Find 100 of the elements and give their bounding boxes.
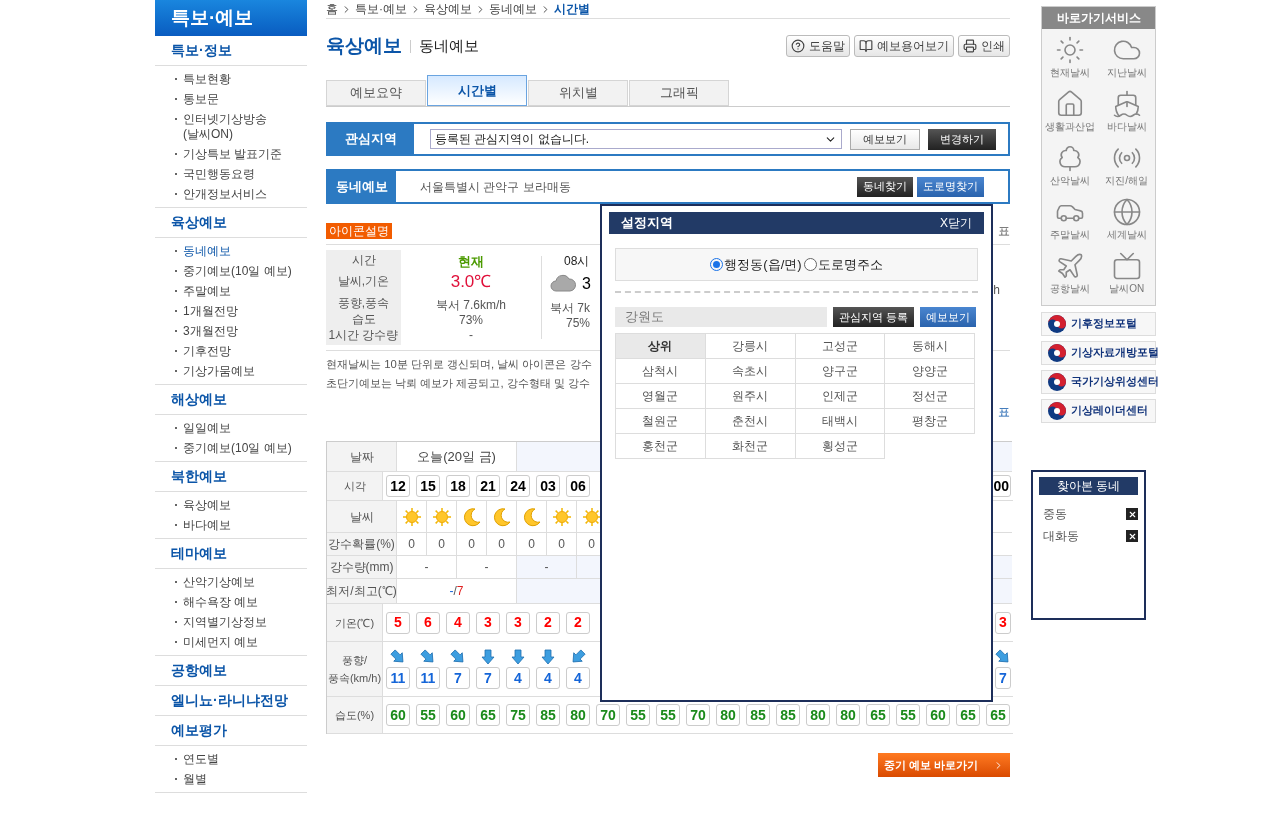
tab[interactable]: 위치별	[528, 80, 628, 106]
sidebar-item[interactable]: 바다예보	[183, 515, 231, 535]
quick-service-link[interactable]: 주말날씨	[1042, 197, 1099, 247]
tab[interactable]: 예보요약	[326, 80, 426, 106]
region-cell[interactable]: 양양군	[885, 359, 975, 384]
sidebar-item[interactable]: 3개월전망	[183, 321, 238, 341]
sidebar-section[interactable]: 특보·정보	[171, 40, 232, 61]
close-icon[interactable]	[1126, 530, 1138, 542]
sidebar-item[interactable]: 주말예보	[183, 281, 231, 301]
sidebar-item[interactable]: 미세먼지 예보	[183, 632, 259, 652]
address-text: 서울특별시 관악구 보라매동	[420, 178, 572, 196]
portal-link[interactable]: 국가기상위성센터	[1041, 370, 1156, 394]
region-cell[interactable]: 홍천군	[616, 434, 706, 459]
sidebar-item[interactable]: 인터넷기상방송 (날씨ON)	[183, 109, 267, 144]
region-cell[interactable]: 삼척시	[616, 359, 706, 384]
region-cell[interactable]: 평창군	[885, 409, 975, 434]
quick-service-link[interactable]: 지난날씨	[1098, 35, 1155, 85]
select-field[interactable]: 등록된 관심지역이 없습니다.	[430, 129, 842, 149]
quick-service-link[interactable]: 지진/해일	[1098, 143, 1155, 193]
region-cell[interactable]: 화천군	[705, 434, 796, 459]
tool-button[interactable]: 도움말	[786, 35, 850, 57]
region-cell[interactable]: 춘천시	[705, 409, 796, 434]
value-box: 65	[956, 704, 980, 726]
help-icon	[791, 39, 805, 53]
quick-service-link[interactable]: 공항날씨	[1042, 251, 1099, 301]
sidebar-section[interactable]: 육상예보	[171, 212, 227, 233]
sidebar-item[interactable]: 기상특보 발표기준	[183, 144, 283, 164]
sidebar-item[interactable]: 일일예보	[183, 418, 231, 438]
quick-service-link[interactable]: 현재날씨	[1042, 35, 1099, 85]
breadcrumb-link[interactable]: 동네예보	[489, 0, 537, 18]
quick-service-link[interactable]: 바다날씨	[1098, 89, 1155, 139]
quick-service-link[interactable]: 날씨ON	[1098, 251, 1155, 301]
sidebar-item[interactable]: 월별	[183, 769, 207, 789]
bar-button[interactable]: 예보보기	[850, 128, 920, 150]
bar-button[interactable]: 도로명찾기	[917, 176, 984, 197]
sidebar-item[interactable]: 국민행동요령	[183, 164, 255, 184]
announce-link[interactable]: 표	[998, 403, 1010, 421]
breadcrumb-link[interactable]: 홈	[326, 0, 338, 18]
sidebar-item[interactable]: 안개정보서비스	[183, 184, 267, 204]
region-cell[interactable]: 강릉시	[705, 334, 796, 359]
sidebar-item[interactable]: 중기예보(10일 예보)	[183, 261, 292, 281]
sidebar-item[interactable]: 기후전망	[183, 341, 231, 361]
bar-button[interactable]: 변경하기	[928, 128, 996, 150]
sidebar-item[interactable]: 해수욕장 예보	[183, 592, 259, 612]
radio-label[interactable]: 행정동(읍/면)	[724, 254, 802, 275]
quick-service-link[interactable]: 산악날씨	[1042, 143, 1099, 193]
popup-button[interactable]: 관심지역 등록	[833, 307, 915, 327]
breadcrumb-link[interactable]: 특보·예보	[355, 0, 407, 18]
sidebar-item[interactable]: 산악기상예보	[183, 572, 255, 592]
breadcrumb-link[interactable]: 시간별	[554, 0, 590, 18]
tool-button[interactable]: 예보용어보기	[854, 35, 954, 57]
tab[interactable]: 그래픽	[629, 80, 729, 106]
row-header: 날씨	[327, 501, 397, 533]
region-cell[interactable]: 고성군	[795, 334, 886, 359]
sidebar-section[interactable]: 테마예보	[171, 543, 227, 564]
region-cell[interactable]: 철원군	[616, 409, 706, 434]
region-cell[interactable]: 상위	[616, 334, 706, 359]
portal-link[interactable]: 기후정보포털	[1041, 312, 1156, 336]
sidebar-section[interactable]: 예보평가	[171, 720, 227, 741]
sidebar-item[interactable]: 중기예보(10일 예보)	[183, 438, 292, 458]
row-header: 강수확률(%)	[327, 533, 397, 556]
portal-link[interactable]: 기상레이더센터	[1041, 399, 1156, 423]
sidebar-item[interactable]: 연도별	[183, 749, 219, 769]
region-cell[interactable]: 인제군	[795, 384, 886, 409]
region-cell[interactable]: 영월군	[616, 384, 706, 409]
popup-button[interactable]: 예보보기	[920, 307, 977, 327]
sidebar-item[interactable]: 기상가뭄예보	[183, 361, 255, 381]
region-cell[interactable]: 횡성군	[795, 434, 886, 459]
sidebar-section[interactable]: 북한예보	[171, 466, 227, 487]
town-link[interactable]: 중동	[1043, 505, 1067, 523]
tab[interactable]: 시간별	[427, 75, 527, 106]
tool-button[interactable]: 인쇄	[958, 35, 1010, 57]
quick-service-link[interactable]: 생활과산업	[1042, 89, 1099, 139]
sidebar-item[interactable]: 1개월전망	[183, 301, 238, 321]
region-cell[interactable]: 정선군	[885, 384, 975, 409]
value-box: 55	[626, 704, 650, 726]
sidebar-section[interactable]: 공항예보	[171, 660, 227, 681]
sidebar-item[interactable]: 동네예보	[183, 241, 231, 261]
radio-button[interactable]	[803, 258, 817, 271]
value-box: 65	[986, 704, 1010, 726]
quick-service-link[interactable]: 세계날씨	[1098, 197, 1155, 247]
region-cell[interactable]: 양구군	[795, 359, 886, 384]
region-cell[interactable]: 태백시	[795, 409, 886, 434]
sidebar-item[interactable]: 지역별기상정보	[183, 612, 267, 632]
sidebar-section[interactable]: 해상예보	[171, 389, 227, 410]
town-link[interactable]: 대화동	[1043, 527, 1079, 545]
sidebar-item[interactable]: 특보현황	[183, 69, 231, 89]
portal-link[interactable]: 기상자료개방포털	[1041, 341, 1156, 365]
sidebar-section[interactable]: 엘니뇨·라니냐전망	[171, 690, 288, 711]
breadcrumb-link[interactable]: 육상예보	[424, 0, 472, 18]
close-icon[interactable]	[1126, 508, 1138, 520]
sidebar-item[interactable]: 육상예보	[183, 495, 231, 515]
bar-button[interactable]: 동네찾기	[857, 176, 913, 197]
radio-label[interactable]: 도로명주소	[817, 254, 883, 275]
sidebar-item[interactable]: 통보문	[183, 89, 219, 109]
region-cell[interactable]: 속초시	[705, 359, 796, 384]
close-button[interactable]: X닫기	[940, 214, 972, 232]
region-cell[interactable]: 원주시	[705, 384, 796, 409]
region-cell[interactable]: 동해시	[885, 334, 975, 359]
province-field[interactable]: 강원도	[615, 307, 827, 327]
